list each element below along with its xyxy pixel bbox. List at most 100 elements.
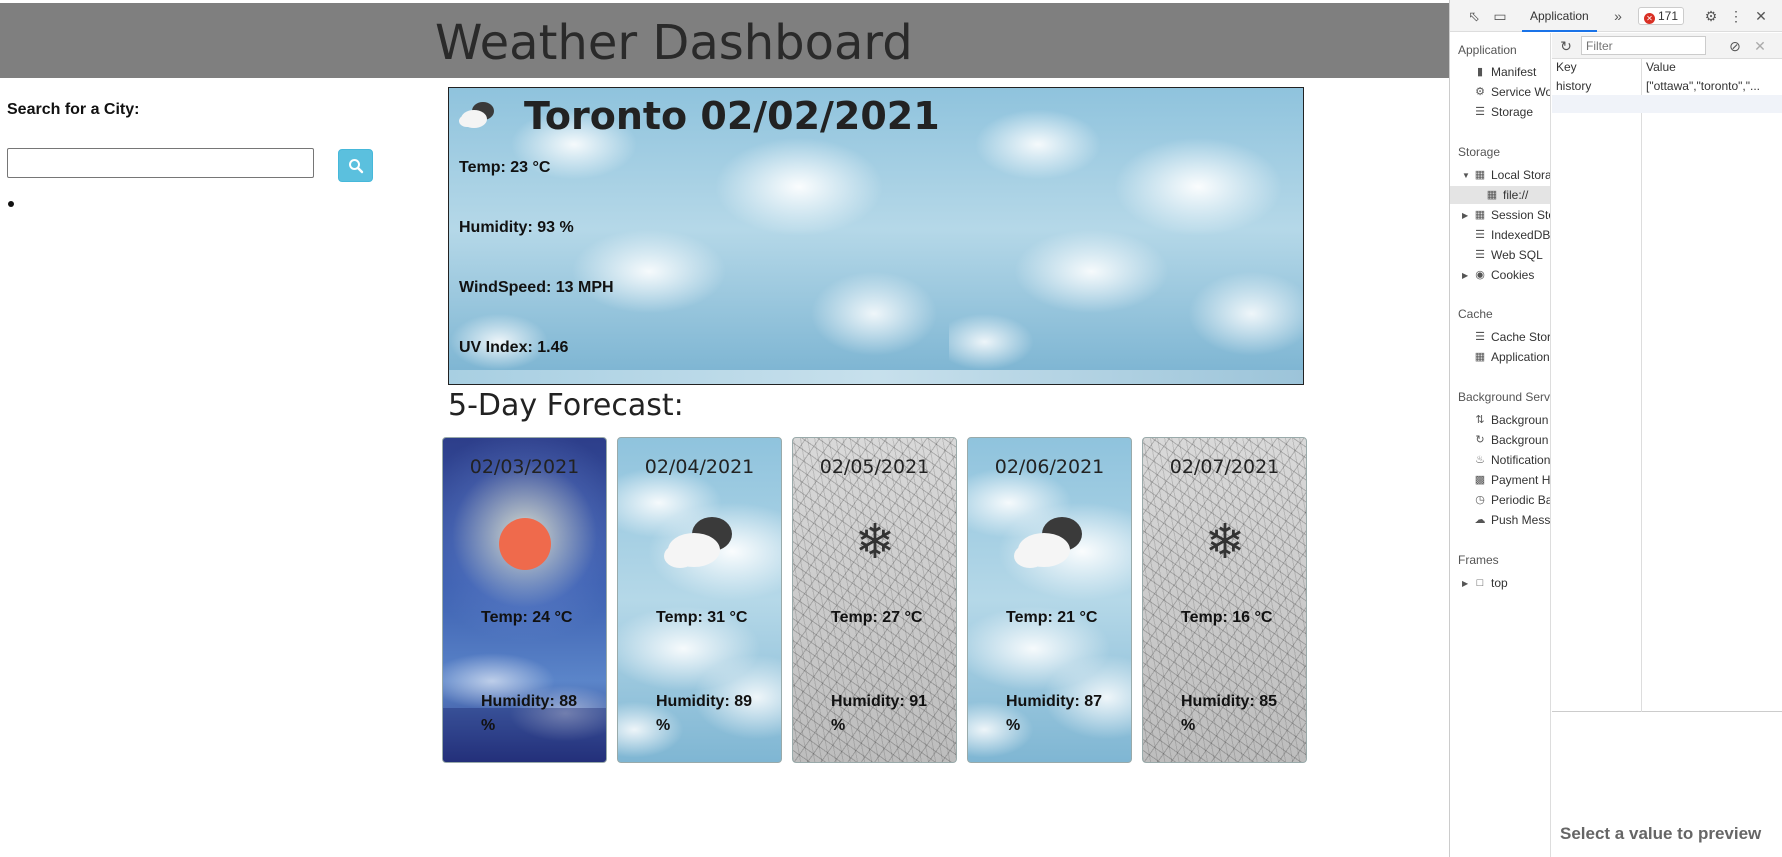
forecast-date: 02/06/2021 [994, 456, 1105, 478]
forecast-date: 02/04/2021 [644, 456, 755, 478]
sidebar-item-background-fetch[interactable]: ⇅ Backgroun [1474, 411, 1548, 429]
forecast-card: 02/03/2021 Temp: 24 °C Humidity: 88 % [442, 437, 607, 763]
snowflake-icon: ❄ [1204, 516, 1246, 569]
error-icon: ✕ [1644, 13, 1655, 24]
database-icon: ☰ [1475, 249, 1485, 261]
forecast-temp: Temp: 21 °C [1006, 609, 1098, 626]
tab-application[interactable]: Application [1522, 0, 1597, 32]
cloud-icon [1014, 517, 1082, 568]
refresh-icon: ↻ [1475, 434, 1485, 446]
section-application: Application [1458, 43, 1517, 57]
gear-icon[interactable]: ⚙ [1703, 8, 1719, 24]
column-header-key[interactable]: Key [1552, 59, 1641, 76]
sidebar-item-local-storage[interactable]: ▼ ▦ Local Stora [1462, 166, 1550, 184]
collapse-arrow-icon: ▶ [1462, 578, 1469, 588]
clock-icon: ◷ [1475, 494, 1485, 506]
database-icon: ☰ [1475, 229, 1485, 241]
sidebar-item-payment-handler[interactable]: ▩ Payment H [1474, 471, 1550, 489]
sidebar-item-application-cache[interactable]: ▦ Application [1474, 348, 1550, 366]
sidebar-item-service-workers[interactable]: ⚙ Service Wo [1474, 83, 1550, 101]
search-button[interactable] [338, 149, 373, 182]
table-icon: ▦ [1486, 189, 1498, 201]
cloud-icon [459, 102, 494, 128]
sidebar-item-background-sync[interactable]: ↻ Backgroun [1474, 431, 1548, 449]
column-header-value[interactable]: Value [1642, 59, 1782, 76]
sidebar-item-web-sql[interactable]: ☰ Web SQL [1474, 246, 1543, 264]
sidebar-item-periodic-background-sync[interactable]: ◷ Periodic Ba [1474, 491, 1550, 509]
snowflake-icon: ❄ [854, 516, 896, 569]
sidebar-item-file-origin[interactable]: ▦ file:// [1450, 186, 1550, 204]
sidebar-item-notifications[interactable]: ♨ Notification [1474, 451, 1550, 469]
page-title: Weather Dashboard [435, 15, 913, 71]
search-icon [348, 158, 363, 173]
sidebar-item-storage[interactable]: ☰ Storage [1474, 103, 1533, 121]
section-frames: Frames [1458, 553, 1499, 567]
clear-all-icon[interactable]: ⊘ [1727, 38, 1743, 54]
forecast-humidity: Humidity: 87 % [1006, 693, 1103, 734]
forecast-humidity: Humidity: 89 % [656, 693, 753, 734]
frame-icon: □ [1476, 577, 1484, 589]
filter-bar: ↻ ⊘ ✕ [1552, 33, 1782, 59]
close-icon[interactable]: ✕ [1753, 8, 1769, 24]
forecast-date: 02/03/2021 [469, 456, 580, 478]
sidebar-item-frame-top[interactable]: ▶ □ top [1462, 574, 1508, 592]
empty-table-row[interactable] [1552, 95, 1782, 113]
refresh-icon[interactable]: ↻ [1558, 38, 1574, 54]
cloud-icon: ☁ [1474, 514, 1486, 526]
cloud-icon [664, 517, 732, 568]
cookie-icon: ◉ [1475, 269, 1485, 281]
sidebar-item-manifest[interactable]: ▮ Manifest [1474, 63, 1536, 81]
header-bar: Weather Dashboard [0, 3, 1449, 78]
sidebar-item-indexeddb[interactable]: ☰ IndexedDB [1474, 226, 1550, 244]
key-value-table: Key Value history ["ottawa","toronto",".… [1552, 59, 1782, 712]
section-background-services: Background Servi [1458, 390, 1551, 404]
row-key: history [1556, 79, 1592, 93]
current-wind-speed: WindSpeed: 13 MPH [459, 279, 614, 296]
search-label: Search for a City: [7, 101, 140, 118]
card-icon: ▩ [1474, 474, 1486, 486]
value-preview-placeholder: Select a value to preview [1560, 824, 1762, 843]
error-count-badge[interactable]: ✕ 171 [1638, 7, 1685, 25]
sidebar-item-push-messaging[interactable]: ☁ Push Mess [1474, 511, 1551, 529]
database-icon: ☰ [1475, 106, 1485, 118]
sidebar-item-session-storage[interactable]: ▶ ▦ Session Sto [1462, 206, 1550, 224]
card-background-strip [449, 370, 1303, 384]
current-weather-card: Toronto 02/02/2021 Temp: 23 °C Humidity:… [448, 87, 1304, 385]
devtools-toolbar: ⬁ ▭ Application » ✕ 171 ⚙ ⋮ ✕ [1450, 0, 1782, 32]
forecast-humidity: Humidity: 88 % [481, 693, 578, 734]
column-divider[interactable] [1641, 59, 1642, 712]
inspect-element-icon[interactable]: ⬁ [1466, 8, 1482, 24]
sidebar-item-cookies[interactable]: ▶ ◉ Cookies [1462, 266, 1534, 284]
table-icon: ▦ [1474, 209, 1486, 221]
current-city-date: Toronto 02/02/2021 [524, 94, 940, 138]
collapse-arrow-icon: ▶ [1462, 270, 1469, 280]
more-options-icon[interactable]: ⋮ [1728, 8, 1744, 24]
weather-app: Weather Dashboard Search for a City: Tor… [0, 0, 1449, 857]
forecast-humidity: Humidity: 91 % [831, 693, 928, 734]
table-icon: ▦ [1474, 351, 1486, 363]
devtools-sidebar: Application ▮ Manifest ⚙ Service Wo ☰ Stora… [1450, 33, 1551, 857]
filter-input[interactable] [1581, 36, 1706, 55]
card-background [949, 88, 1303, 370]
city-search-input[interactable] [7, 148, 314, 178]
current-temp: Temp: 23 °C [459, 159, 551, 176]
sidebar-item-cache-storage[interactable]: ☰ Cache Stor [1474, 328, 1550, 346]
device-toolbar-icon[interactable]: ▭ [1492, 8, 1508, 24]
forecast-date: 02/05/2021 [819, 456, 930, 478]
forecast-card: 02/06/2021 Temp: 21 °C Humidity: 87 % [967, 437, 1132, 763]
section-cache: Cache [1458, 307, 1493, 321]
sun-icon [499, 518, 551, 570]
more-tabs-icon[interactable]: » [1610, 8, 1626, 24]
expand-arrow-icon: ▼ [1462, 170, 1470, 180]
table-row[interactable]: history ["ottawa","toronto","... [1552, 77, 1782, 95]
history-list-item[interactable] [8, 201, 14, 207]
error-count: 171 [1658, 9, 1679, 23]
forecast-humidity: Humidity: 85 % [1181, 693, 1278, 734]
devtools-panel: ⬁ ▭ Application » ✕ 171 ⚙ ⋮ ✕ Application… [1449, 0, 1782, 857]
current-humidity: Humidity: 93 % [459, 219, 574, 236]
forecast-temp: Temp: 27 °C [831, 609, 923, 626]
forecast-card: 02/04/2021 Temp: 31 °C Humidity: 89 % [617, 437, 782, 763]
delete-selected-icon[interactable]: ✕ [1752, 38, 1768, 54]
row-value: ["ottawa","toronto","... [1646, 79, 1761, 93]
current-uv-index: UV Index: 1.46 [459, 339, 569, 356]
